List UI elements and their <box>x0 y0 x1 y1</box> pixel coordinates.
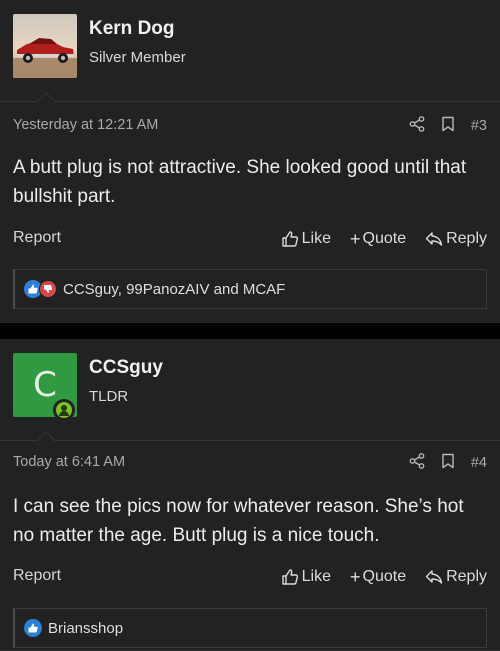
bookmark-icon[interactable] <box>441 116 455 137</box>
plus-icon: + <box>349 566 361 587</box>
divider-notch <box>36 92 56 112</box>
post-3: Kern Dog Silver Member Yesterday at 12:2… <box>0 0 500 323</box>
report-button[interactable]: Report <box>13 229 61 247</box>
like-label: Like <box>301 568 331 585</box>
dislike-reaction-icon <box>39 280 57 298</box>
divider-notch <box>36 431 56 451</box>
online-status-icon <box>53 399 75 421</box>
user-title: TLDR <box>89 388 129 405</box>
quote-button[interactable]: + Quote <box>350 567 406 588</box>
post-meta: Today at 6:41 AM #4 <box>13 452 487 474</box>
avatar[interactable] <box>13 14 77 78</box>
reply-label: Reply <box>446 568 487 585</box>
quote-label: Quote <box>362 230 407 247</box>
like-reaction-icon <box>24 619 42 637</box>
reaction-users: CCSguy, 99PanozAIV and MCAF <box>63 280 286 298</box>
quote-button[interactable]: + Quote <box>350 229 406 250</box>
like-label: Like <box>301 230 331 247</box>
share-icon[interactable] <box>409 452 425 474</box>
plus-icon: + <box>349 228 361 249</box>
post-author-block: C CCSguy TLDR <box>13 353 487 421</box>
share-icon[interactable] <box>409 115 425 137</box>
quote-label: Quote <box>362 568 407 585</box>
reply-arrow-icon <box>425 570 443 584</box>
post-message: A butt plug is not attractive. She looke… <box>13 157 467 207</box>
reply-button[interactable]: Reply <box>425 230 487 248</box>
post-message: I can see the pics now for whatever reas… <box>13 496 464 546</box>
divider <box>0 101 500 102</box>
thumbs-up-icon <box>281 569 298 585</box>
reaction-users: Briansshop <box>48 619 124 637</box>
photo-car-icon <box>13 14 77 78</box>
bookmark-icon[interactable] <box>441 453 455 474</box>
report-button[interactable]: Report <box>13 567 61 585</box>
reactions-bar[interactable]: Briansshop <box>13 608 487 648</box>
user-title: Silver Member <box>89 49 186 66</box>
thumbs-up-icon <box>281 231 298 247</box>
username[interactable]: CCSguy <box>89 357 163 379</box>
post-meta: Yesterday at 12:21 AM #3 <box>13 115 487 137</box>
post-author-block: Kern Dog Silver Member <box>13 14 487 80</box>
reply-label: Reply <box>446 230 487 247</box>
like-button[interactable]: Like <box>281 230 331 248</box>
divider <box>0 440 500 441</box>
post-4: C CCSguy TLDR Today at 6:41 AM #4 I can … <box>0 339 500 651</box>
post-number[interactable]: #4 <box>471 455 487 471</box>
like-button[interactable]: Like <box>281 568 331 586</box>
username[interactable]: Kern Dog <box>89 18 175 40</box>
reply-button[interactable]: Reply <box>425 568 487 586</box>
reactions-bar[interactable]: CCSguy, 99PanozAIV and MCAF <box>13 269 487 309</box>
reply-arrow-icon <box>425 232 443 246</box>
post-number[interactable]: #3 <box>471 118 487 134</box>
post-actions: Report Like + Quote Reply <box>13 565 487 589</box>
post-timestamp[interactable]: Today at 6:41 AM <box>13 454 125 470</box>
post-timestamp[interactable]: Yesterday at 12:21 AM <box>13 117 158 133</box>
post-actions: Report Like + Quote Reply <box>13 227 487 251</box>
